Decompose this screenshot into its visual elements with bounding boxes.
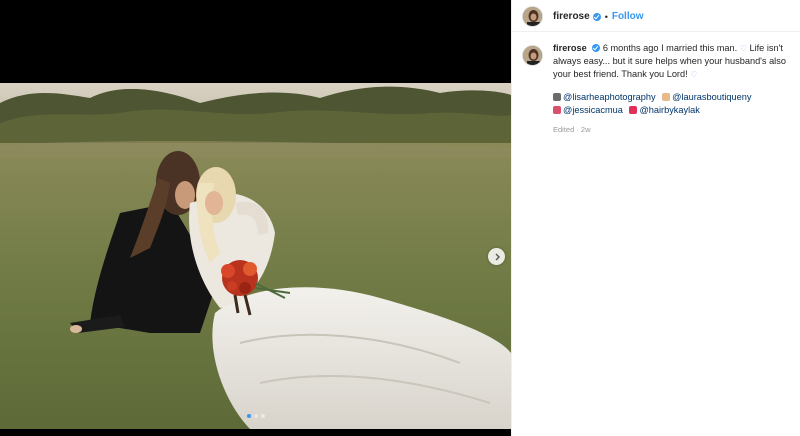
bride-emoji-icon xyxy=(662,93,671,101)
camera-emoji-icon xyxy=(553,93,561,101)
heart-emoji-icon: ♡ xyxy=(690,70,698,79)
post-photo xyxy=(0,83,511,429)
follow-button[interactable]: Follow xyxy=(612,11,644,22)
carousel-indicator xyxy=(0,414,511,422)
edited-timestamp: Edited · 2w xyxy=(553,125,591,134)
caption-username[interactable]: firerose xyxy=(553,43,587,53)
post-media-viewer xyxy=(0,0,511,436)
mention-link[interactable]: @hairbykaylak xyxy=(639,105,699,115)
caption-comment: firerose 6 months ago I married this man… xyxy=(512,32,800,136)
bow-emoji-icon xyxy=(629,106,638,114)
caption-body: firerose 6 months ago I married this man… xyxy=(553,42,790,136)
credits-list: @lisarheaphotography @laurasboutiqueny @… xyxy=(553,91,790,117)
avatar[interactable] xyxy=(522,6,543,27)
lipstick-emoji-icon xyxy=(553,106,561,114)
carousel-dot xyxy=(260,414,265,418)
carousel-dot xyxy=(253,414,258,418)
carousel-next-button[interactable] xyxy=(488,248,505,265)
carousel-dot xyxy=(246,414,251,418)
chevron-right-icon xyxy=(495,253,500,260)
header-separator: • xyxy=(604,11,608,22)
mention-link[interactable]: @laurasboutiqueny xyxy=(672,92,751,102)
verified-badge-icon xyxy=(592,44,601,52)
header-username[interactable]: firerose xyxy=(553,11,590,22)
avatar[interactable] xyxy=(522,45,543,66)
heart-emoji-icon: ♡ xyxy=(739,44,747,53)
mention-link[interactable]: @lisarheaphotography xyxy=(563,92,656,102)
profile-picture xyxy=(523,46,542,65)
profile-picture xyxy=(523,7,542,26)
wedding-photo-illustration xyxy=(0,83,511,429)
post-header: firerose • Follow xyxy=(512,0,800,32)
mention-link[interactable]: @jessicacmua xyxy=(563,105,623,115)
caption-line-1: 6 months ago I married this man. xyxy=(602,43,738,53)
post-side-panel: firerose • Follow firerose 6 months ago … xyxy=(511,0,800,436)
verified-badge-icon xyxy=(592,12,601,21)
caption-text: firerose 6 months ago I married this man… xyxy=(553,42,790,81)
